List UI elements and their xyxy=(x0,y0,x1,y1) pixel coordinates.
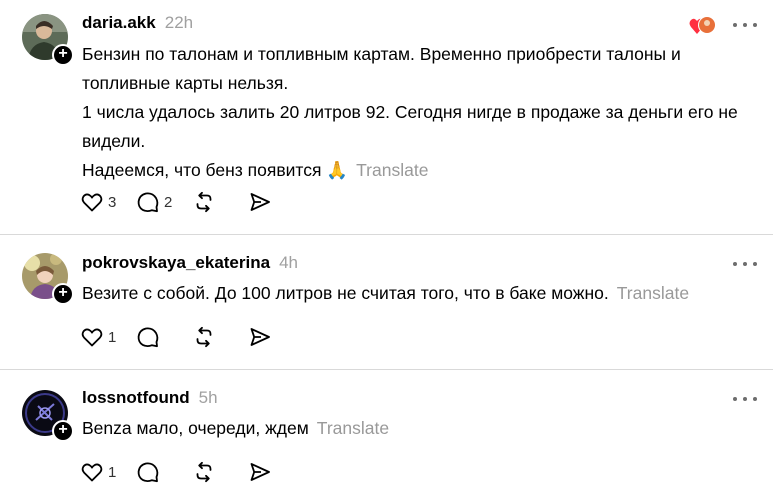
post-text: Benza мало, очереди, ждем Translate xyxy=(82,414,752,443)
more-horizontal-icon xyxy=(733,262,737,266)
avatar-wrap[interactable]: + xyxy=(22,390,74,442)
translate-link[interactable]: Translate xyxy=(356,160,428,180)
username[interactable]: pokrovskaya_ekaterina xyxy=(82,253,270,273)
send-icon xyxy=(250,193,270,211)
follow-button[interactable]: + xyxy=(52,420,74,442)
post-line: 1 числа удалось залить 20 литров 92. Сег… xyxy=(82,102,738,151)
reply-button[interactable] xyxy=(136,460,178,484)
post-header: pokrovskaya_ekaterina 4h xyxy=(82,253,298,277)
timestamp[interactable]: 22h xyxy=(165,13,193,33)
avatar-wrap[interactable]: + xyxy=(22,14,74,66)
repost-icon xyxy=(196,326,212,348)
repost-icon xyxy=(196,191,212,213)
heart-icon xyxy=(81,328,103,347)
translate-link[interactable]: Translate xyxy=(617,283,689,303)
post-text: Везите с собой. До 100 литров не считая … xyxy=(82,279,752,308)
reply-button[interactable] xyxy=(136,325,178,349)
username[interactable]: lossnotfound xyxy=(82,388,190,408)
send-icon xyxy=(250,463,270,481)
post-actions: 1 xyxy=(80,458,286,486)
send-icon xyxy=(250,328,270,346)
post-actions: 1 xyxy=(80,323,286,351)
plus-icon: + xyxy=(58,45,68,62)
share-button[interactable] xyxy=(248,325,272,349)
plus-icon: + xyxy=(58,284,68,301)
share-button[interactable] xyxy=(248,190,272,214)
repost-button[interactable] xyxy=(192,325,234,349)
plus-icon: + xyxy=(58,421,68,438)
like-button[interactable]: 1 xyxy=(80,460,122,484)
repost-button[interactable] xyxy=(192,460,234,484)
comment-icon xyxy=(137,192,159,213)
more-options-button[interactable] xyxy=(733,259,757,269)
repost-icon xyxy=(196,461,212,483)
username[interactable]: daria.akk xyxy=(82,13,156,33)
avatar-wrap[interactable]: + xyxy=(22,253,74,305)
heart-icon xyxy=(81,463,103,482)
repost-button[interactable] xyxy=(192,190,234,214)
more-options-button[interactable] xyxy=(733,394,757,404)
heart-icon xyxy=(81,193,103,212)
post-actions: 3 2 xyxy=(80,188,286,216)
post-3: + lossnotfound 5h Benza мало, очереди, ж… xyxy=(0,370,773,496)
post-line: Бензин по талонам и топливным картам. Вр… xyxy=(82,44,681,93)
comment-icon xyxy=(137,327,159,348)
post-header: lossnotfound 5h xyxy=(82,388,218,412)
share-button[interactable] xyxy=(248,460,272,484)
comment-icon xyxy=(137,462,159,483)
like-count: 3 xyxy=(108,193,117,211)
translate-link[interactable]: Translate xyxy=(317,418,389,438)
post-line: Benza мало, очереди, ждем Translate xyxy=(82,418,390,438)
more-options-button[interactable] xyxy=(733,20,757,30)
reply-button[interactable]: 2 xyxy=(136,190,178,214)
more-horizontal-icon xyxy=(733,397,737,401)
post-1: + daria.akk 22h Бензин по талонам и топл… xyxy=(0,0,773,234)
reply-count: 2 xyxy=(164,193,173,211)
follow-button[interactable]: + xyxy=(52,283,74,305)
more-horizontal-icon xyxy=(733,23,737,27)
timestamp[interactable]: 5h xyxy=(199,388,218,408)
timestamp[interactable]: 4h xyxy=(279,253,298,273)
post-line: Надеемся, что бенз появится 🙏 Translate xyxy=(82,160,429,180)
post-line: Везите с собой. До 100 литров не считая … xyxy=(82,283,690,303)
post-header: daria.akk 22h xyxy=(82,13,193,37)
liked-by-indicator[interactable] xyxy=(689,14,717,36)
like-button[interactable]: 3 xyxy=(80,190,122,214)
post-2: + pokrovskaya_ekaterina 4h Везите с собо… xyxy=(0,235,773,369)
like-button[interactable]: 1 xyxy=(80,325,122,349)
like-count: 1 xyxy=(108,463,117,481)
like-count: 1 xyxy=(108,328,117,346)
follow-button[interactable]: + xyxy=(52,44,74,66)
heart-icon xyxy=(689,16,716,34)
post-text: Бензин по талонам и топливным картам. Вр… xyxy=(82,40,752,185)
